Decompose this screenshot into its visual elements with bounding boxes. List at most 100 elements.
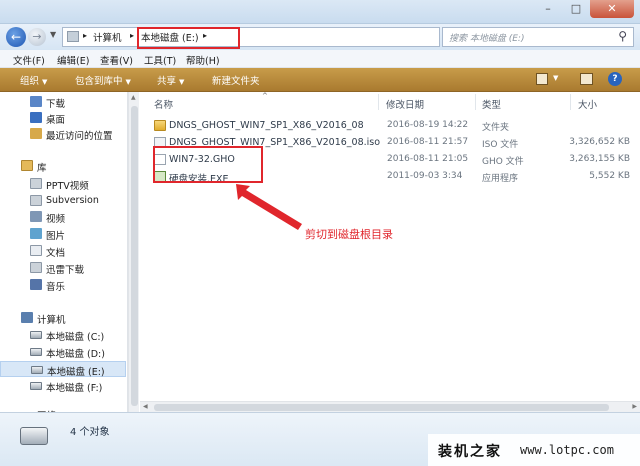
- scroll-thumb[interactable]: [154, 404, 609, 411]
- chevron-down-icon: ▼: [125, 78, 131, 86]
- file-date: 2016-08-11 21:57: [387, 137, 469, 147]
- document-icon: [30, 245, 42, 256]
- nav-label: 本地磁盘 (D:): [46, 349, 105, 360]
- file-type: ISO 文件: [482, 140, 519, 150]
- nav-item-downloads[interactable]: 下载: [0, 94, 126, 110]
- menu-help[interactable]: 帮助(H): [186, 53, 220, 67]
- folder-icon: [30, 195, 42, 206]
- folder-icon: [154, 120, 166, 131]
- nav-label: 图片: [46, 231, 66, 242]
- nav-group-computer[interactable]: 计算机: [0, 310, 126, 326]
- scroll-up-icon[interactable]: ▲: [131, 94, 136, 101]
- nav-label: 下载: [46, 99, 66, 110]
- folder-icon: [30, 178, 42, 189]
- nav-item-desktop[interactable]: 桌面: [0, 110, 126, 126]
- nav-item-subversion[interactable]: Subversion: [0, 193, 126, 209]
- nav-label: 库: [37, 163, 47, 174]
- nav-item-videos[interactable]: 视频: [0, 209, 126, 225]
- organize-button[interactable]: 组织 ▼: [20, 73, 47, 87]
- scroll-right-icon[interactable]: ▶: [632, 403, 637, 410]
- column-header-name[interactable]: 名称: [154, 97, 173, 111]
- search-icon[interactable]: ⚲: [618, 29, 627, 43]
- chevron-right-icon[interactable]: ▸: [83, 31, 87, 40]
- nav-scrollbar[interactable]: ▲: [128, 92, 139, 412]
- nav-item-recent[interactable]: 最近访问的位置: [0, 126, 126, 142]
- nav-label: 音乐: [46, 282, 66, 293]
- scroll-left-icon[interactable]: ◀: [143, 403, 148, 410]
- chevron-down-icon[interactable]: ▼: [553, 74, 558, 82]
- nav-item-pictures[interactable]: 图片: [0, 226, 126, 242]
- drive-icon: [30, 331, 42, 339]
- nav-label: Subversion: [46, 195, 99, 206]
- nav-item-xunlei[interactable]: 迅雷下载: [0, 260, 126, 276]
- file-type: GHO 文件: [482, 157, 524, 167]
- file-row[interactable]: DNGS_GHOST_WIN7_SP1_X86_V2016_08 2016-08…: [152, 118, 634, 134]
- file-type: 文件夹: [482, 123, 510, 133]
- nav-label: 本地磁盘 (F:): [46, 383, 103, 394]
- sort-arrow-icon: ^: [262, 92, 268, 100]
- computer-icon: [21, 312, 33, 323]
- change-view-icon[interactable]: [536, 73, 548, 85]
- annotation-highlight-box: [153, 146, 263, 183]
- nav-label: 计算机: [37, 315, 66, 326]
- menu-bar: 文件(F) 编辑(E) 查看(V) 工具(T) 帮助(H): [0, 50, 640, 68]
- nav-item-pptv[interactable]: PPTV视频: [0, 176, 126, 192]
- desktop-icon: [30, 112, 42, 123]
- nav-item-drive-c[interactable]: 本地磁盘 (C:): [0, 327, 126, 343]
- file-name: DNGS_GHOST_WIN7_SP1_X86_V2016_08: [169, 120, 364, 131]
- search-input[interactable]: 搜索 本地磁盘 (E:) ⚲: [442, 27, 634, 47]
- menu-view[interactable]: 查看(V): [100, 53, 133, 67]
- annotation-arrow: [236, 184, 302, 230]
- menu-tools[interactable]: 工具(T): [144, 53, 176, 67]
- folder-icon: [67, 31, 79, 42]
- horizontal-scrollbar[interactable]: ◀ ▶: [140, 401, 640, 412]
- library-icon: [21, 160, 33, 171]
- preview-pane-icon[interactable]: [580, 73, 593, 85]
- file-size: 3,326,652 KB: [569, 137, 630, 147]
- nav-item-documents[interactable]: 文档: [0, 243, 126, 259]
- nav-item-drive-e[interactable]: 本地磁盘 (E:): [0, 361, 126, 378]
- help-icon[interactable]: ?: [608, 72, 622, 86]
- file-date: 2016-08-11 21:05: [387, 154, 469, 164]
- watermark: 装机之家 www.lotpc.com: [428, 434, 640, 466]
- file-list: 名称 ^ 修改日期 类型 大小 DNGS_GHOST_WIN7_SP1_X86_…: [140, 92, 640, 412]
- drive-icon: [30, 348, 42, 356]
- column-divider[interactable]: [570, 94, 571, 110]
- address-box[interactable]: ▸ 计算机 ▸ 本地磁盘 (E:) ▸ ▼ ↻: [62, 27, 494, 49]
- drive-icon: [30, 382, 42, 390]
- close-button[interactable]: ✕: [590, 0, 634, 18]
- nav-item-drive-f[interactable]: 本地磁盘 (F:): [0, 378, 126, 394]
- column-divider[interactable]: [378, 94, 379, 110]
- column-header-size[interactable]: 大小: [578, 97, 597, 111]
- column-header-date[interactable]: 修改日期: [386, 97, 424, 111]
- nav-group-libraries[interactable]: 库: [0, 158, 126, 174]
- forward-button[interactable]: →: [28, 28, 46, 46]
- download-icon: [30, 96, 42, 107]
- search-placeholder: 搜索 本地磁盘 (E:): [449, 34, 525, 44]
- nav-label: 桌面: [46, 115, 66, 126]
- command-toolbar: 组织 ▼ 包含到库中 ▼ 共享 ▼ 新建文件夹 ▼ ?: [0, 68, 640, 92]
- breadcrumb-computer[interactable]: 计算机: [93, 30, 122, 44]
- annotation-text: 剪切到磁盘根目录: [305, 228, 393, 241]
- maximize-button[interactable]: □: [562, 0, 590, 18]
- new-folder-button[interactable]: 新建文件夹: [212, 73, 260, 87]
- nav-item-drive-d[interactable]: 本地磁盘 (D:): [0, 344, 126, 360]
- arrow-shape: [236, 184, 302, 230]
- menu-file[interactable]: 文件(F): [13, 53, 45, 67]
- folder-icon: [30, 262, 42, 273]
- share-button[interactable]: 共享 ▼: [157, 73, 184, 87]
- annotation-highlight-box: [137, 27, 240, 49]
- menu-edit[interactable]: 编辑(E): [57, 53, 89, 67]
- column-divider[interactable]: [475, 94, 476, 110]
- share-label: 共享: [157, 76, 177, 87]
- nav-label: 迅雷下载: [46, 265, 85, 276]
- minimize-button[interactable]: –: [534, 0, 562, 18]
- back-button[interactable]: ←: [6, 27, 26, 47]
- column-header-type[interactable]: 类型: [482, 97, 501, 111]
- recent-pages-dropdown[interactable]: ▼: [50, 30, 56, 39]
- include-library-button[interactable]: 包含到库中 ▼: [75, 73, 131, 87]
- picture-icon: [30, 228, 42, 239]
- chevron-right-icon[interactable]: ▸: [130, 31, 134, 40]
- scroll-thumb[interactable]: [131, 106, 138, 406]
- nav-item-music[interactable]: 音乐: [0, 277, 126, 293]
